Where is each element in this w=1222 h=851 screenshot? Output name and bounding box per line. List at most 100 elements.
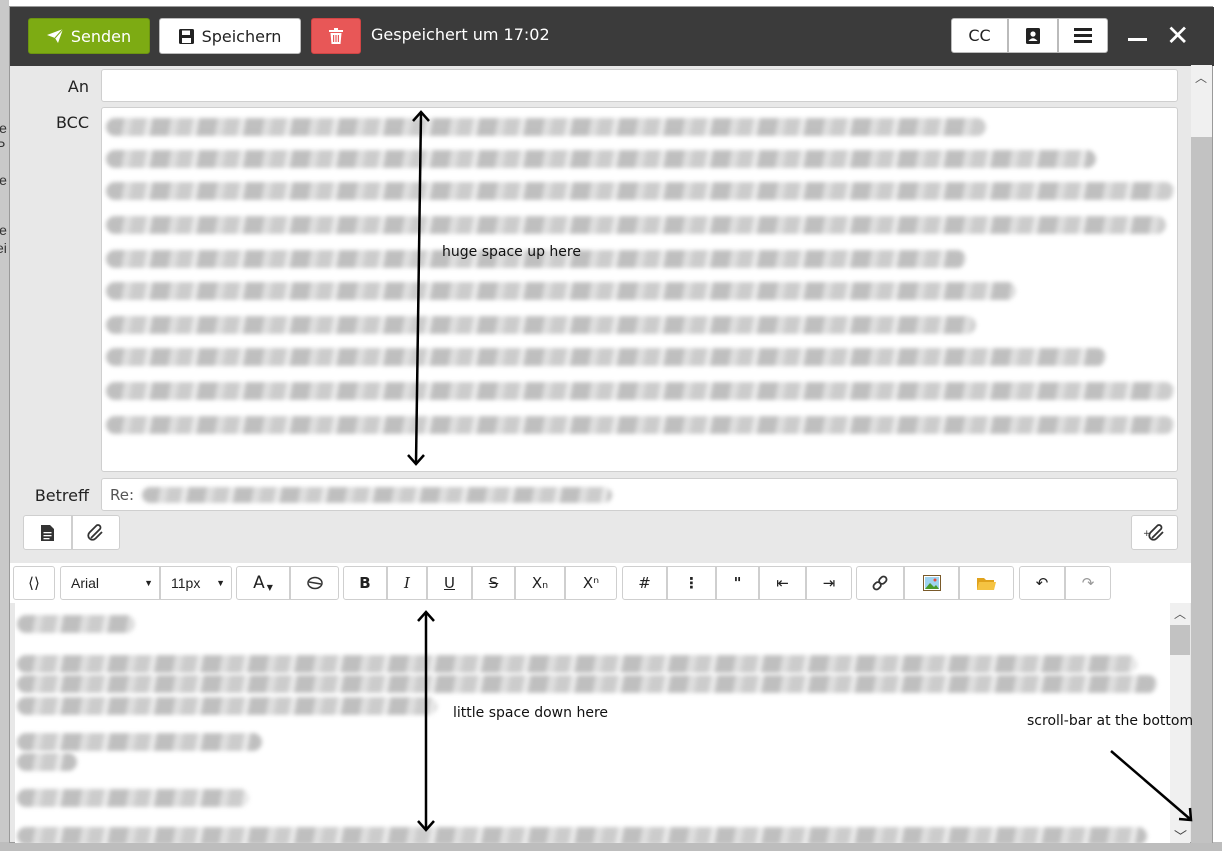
send-button[interactable]: Senden [28,18,150,54]
compose-titlebar: Senden Speichern Gespeichert um 17:02 CC… [10,7,1214,66]
folder-icon [977,577,996,590]
dialog-scrollbar[interactable]: ︿ [1191,65,1212,843]
chevron-down-icon: ▼ [216,578,225,588]
redacted-text [106,118,986,136]
insert-link-button[interactable] [856,566,904,600]
attach-file-button[interactable] [72,515,120,550]
indent-button[interactable]: ⇥ [806,566,852,600]
background-app-strip: le P le le ei [0,0,9,851]
redacted-text [106,382,1174,400]
bullet-list-button[interactable]: ⋮ [667,566,716,600]
chevron-down-icon: ▼ [266,582,273,592]
blockquote-button[interactable]: " [716,566,759,600]
redacted-text [17,827,1147,843]
insert-image-button[interactable] [904,566,959,600]
bullet-list-icon: ⋮ [684,574,699,592]
chevron-down-icon: ▼ [144,578,153,588]
subscript-button[interactable]: Xₙ [515,566,565,600]
image-icon [922,575,941,591]
close-icon[interactable]: ✕ [1166,21,1189,51]
background-text-fragment: ei [0,240,7,256]
scroll-up-arrow[interactable]: ︿ [1174,605,1186,622]
underline-icon: U [444,574,455,592]
format-paint-button[interactable] [290,566,339,600]
bcc-label: BCC [55,113,89,132]
redacted-text [17,615,135,633]
palette-icon [306,576,323,590]
indent-icon: ⇥ [822,574,836,592]
background-text-fragment: le [0,172,7,188]
redacted-text [17,789,249,807]
strikethrough-icon: S [488,574,499,592]
bcc-field[interactable] [101,107,1178,472]
floppy-disk-icon [178,28,194,44]
add-attachment-button[interactable]: + [1131,515,1178,550]
paperclip-icon [87,523,103,541]
font-color-icon: A [253,573,265,593]
outdent-button[interactable]: ⇤ [759,566,806,600]
font-size-value: 11px [171,575,201,591]
redacted-text [17,675,1157,693]
dialog-scrollbar-thumb[interactable] [1191,137,1212,843]
address-book-icon [1026,27,1040,44]
saved-status-text: Gespeichert um 17:02 [371,25,550,44]
undo-icon: ↶ [1035,574,1049,592]
undo-button[interactable]: ↶ [1019,566,1065,600]
font-family-select[interactable]: Arial ▼ [60,566,160,600]
annotation-top: huge space up here [442,244,581,260]
subject-prefix: Re: [110,485,135,504]
link-icon [872,575,888,591]
bold-icon: B [359,574,371,592]
source-code-button[interactable]: ⟨⟩ [13,566,55,600]
scroll-down-arrow[interactable]: ﹀ [1174,826,1187,845]
to-label: An [67,77,89,96]
redo-button[interactable]: ↷ [1065,566,1111,600]
ordered-list-button[interactable]: # [622,566,667,600]
redacted-text [106,216,1166,234]
superscript-icon: Xⁿ [582,574,600,592]
attach-document-button[interactable] [23,515,72,550]
font-size-select[interactable]: 11px ▼ [160,566,232,600]
add-paperclip-icon: + [1143,523,1164,541]
scroll-up-arrow[interactable]: ︿ [1195,69,1207,86]
cc-button-label: CC [968,26,991,45]
background-app-bottom [0,842,1222,851]
redacted-text [106,416,1174,434]
outdent-icon: ⇤ [776,574,789,592]
redacted-text [106,150,1096,168]
redacted-text [106,348,1106,366]
insert-file-button[interactable] [959,566,1014,600]
superscript-button[interactable]: Xⁿ [565,566,617,600]
delete-button[interactable] [311,18,361,54]
annotation-scrollbar: scroll-bar at the bottom [1027,713,1194,729]
source-code-icon: ⟨⟩ [28,574,40,592]
save-button[interactable]: Speichern [159,18,301,54]
message-editor[interactable] [15,603,1170,843]
italic-button[interactable]: I [387,566,427,600]
save-button-label: Speichern [201,26,282,46]
editor-scrollbar-thumb[interactable] [1170,625,1190,655]
strikethrough-button[interactable]: S [472,566,515,600]
redacted-text [106,316,976,334]
underline-button[interactable]: U [427,566,472,600]
cc-toggle-button[interactable]: CC [951,18,1008,53]
contacts-button[interactable] [1008,18,1058,53]
subject-label: Betreff [34,486,89,505]
font-color-button[interactable]: A ▼ [236,566,290,600]
annotation-bottom: little space down here [453,705,609,721]
redacted-text [106,282,1016,300]
italic-icon: I [404,574,410,592]
to-field[interactable] [101,69,1178,102]
quote-icon: " [733,574,742,592]
menu-button[interactable] [1058,18,1108,53]
redacted-text [17,733,262,751]
bold-button[interactable]: B [343,566,387,600]
background-text-fragment: le [0,120,7,136]
redacted-text [106,182,1174,200]
background-text-fragment: le [0,222,7,238]
minimize-button[interactable] [1128,38,1147,41]
redacted-text [17,697,437,715]
editor-toolbar: ⟨⟩ Arial ▼ 11px ▼ A ▼ B I U S Xₙ Xⁿ # ⋮ " ⇤… [10,563,1191,603]
subject-field[interactable]: Re: [101,478,1178,511]
background-text-fragment: P [0,138,6,154]
